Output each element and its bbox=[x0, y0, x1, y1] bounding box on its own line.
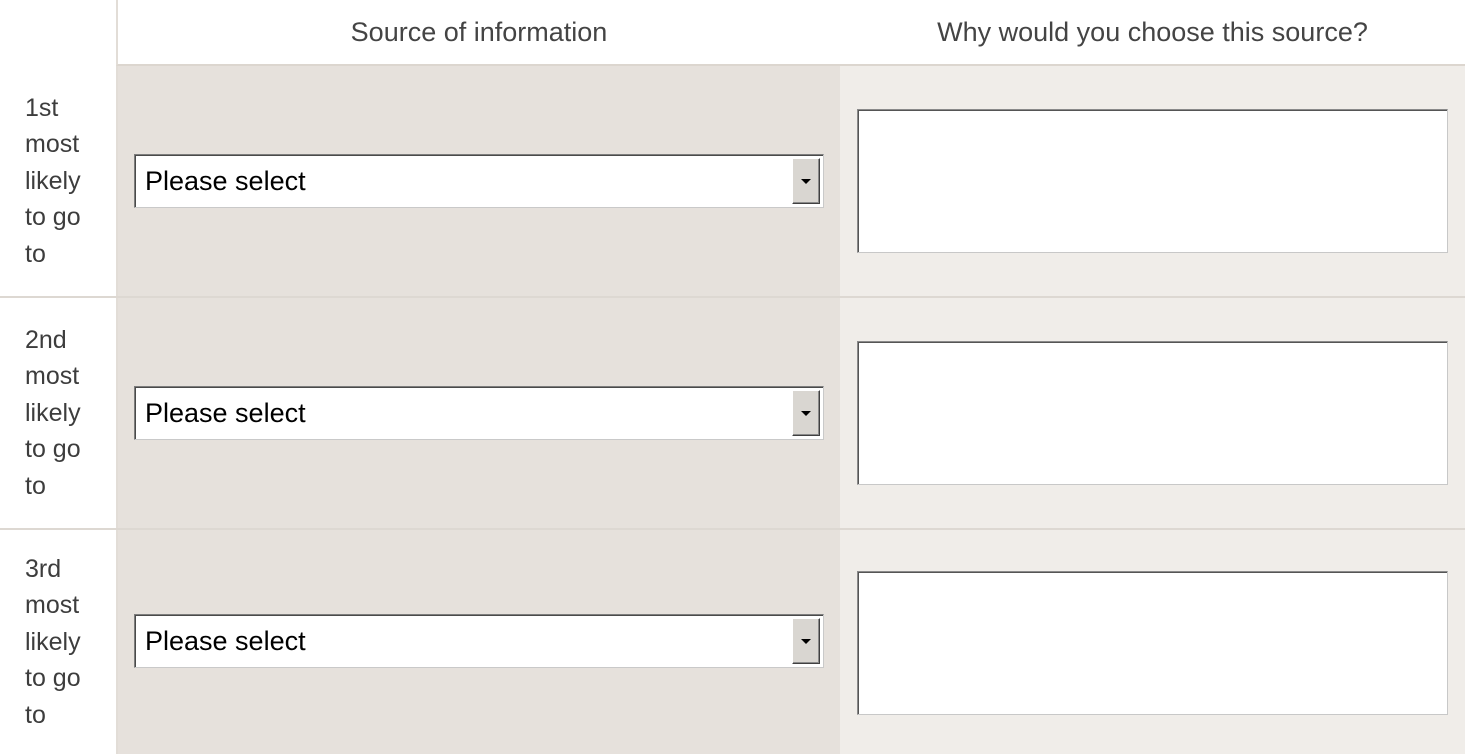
source-cell-3: Please select bbox=[116, 530, 840, 754]
header-blank-cell bbox=[0, 0, 116, 66]
reason-cell-1 bbox=[840, 66, 1465, 296]
source-cell-1: Please select bbox=[116, 66, 840, 296]
reason-cell-3 bbox=[840, 530, 1465, 754]
source-of-information-table: Source of information Why would you choo… bbox=[0, 0, 1465, 754]
row-label-2: 2nd most likely to go to bbox=[0, 298, 116, 528]
row-label-text: 2nd most likely to go to bbox=[25, 325, 81, 500]
select-value: Please select bbox=[145, 165, 306, 196]
reason-textarea-3[interactable] bbox=[857, 571, 1448, 715]
source-select-1[interactable]: Please select bbox=[134, 154, 824, 208]
reason-cell-2 bbox=[840, 298, 1465, 528]
chevron-down-icon bbox=[801, 410, 811, 416]
row-label-text: 3rd most likely to go to bbox=[25, 554, 81, 729]
chevron-down-icon bbox=[801, 178, 811, 184]
source-select-2[interactable]: Please select bbox=[134, 386, 824, 440]
row-label-text: 1st most likely to go to bbox=[25, 93, 81, 268]
source-select-3[interactable]: Please select bbox=[134, 614, 824, 668]
dropdown-button[interactable] bbox=[792, 390, 820, 436]
dropdown-button[interactable] bbox=[792, 158, 820, 204]
chevron-down-icon bbox=[801, 638, 811, 644]
row-label-3: 3rd most likely to go to bbox=[0, 530, 116, 754]
dropdown-button[interactable] bbox=[792, 618, 820, 664]
select-value: Please select bbox=[145, 397, 306, 428]
row-label-1: 1st most likely to go to bbox=[0, 66, 116, 296]
header-why-choose-source: Why would you choose this source? bbox=[840, 0, 1465, 66]
header-source-of-information: Source of information bbox=[116, 0, 840, 66]
select-value: Please select bbox=[145, 625, 306, 656]
source-cell-2: Please select bbox=[116, 298, 840, 528]
reason-textarea-2[interactable] bbox=[857, 341, 1448, 485]
reason-textarea-1[interactable] bbox=[857, 109, 1448, 253]
